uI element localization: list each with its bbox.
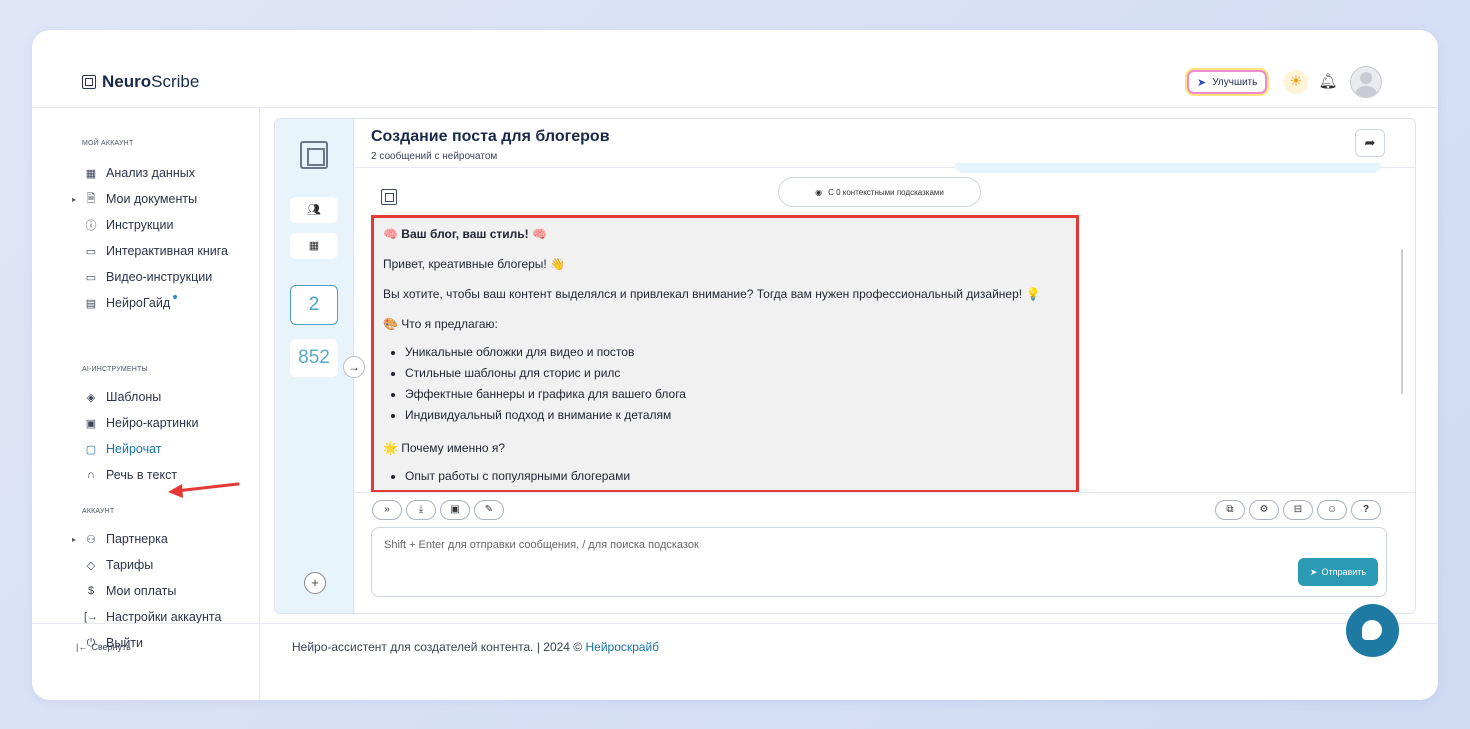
help-circle-icon: ⓘ: [85, 220, 97, 232]
chat-panel: 👥︎ ▦ 2 852 + → Создание поста для блогер…: [274, 118, 1416, 614]
puzzle-icon[interactable]: ⧉: [1215, 500, 1245, 520]
users-icon[interactable]: 👥︎: [290, 197, 338, 223]
top-bar: NeuroScribe ➤ Улучшить ☀ 🔔︎: [32, 30, 1438, 108]
input-placeholder: Shift + Enter для отправки сообщения, / …: [384, 539, 699, 551]
chat-scrollbar[interactable]: [1401, 249, 1403, 394]
message-count: 2: [290, 285, 338, 325]
why-list: Опыт работы с популярными блогерами: [405, 466, 1067, 487]
sidebar-item-interactive-book[interactable]: ▭ Интерактивная книга: [72, 242, 228, 260]
chevron-right-icon[interactable]: ▸: [72, 195, 82, 204]
toolbar-divider: [355, 492, 1415, 493]
layers-icon: ◈: [86, 391, 96, 404]
answer-why-title: 🌟 Почему именно я?: [383, 441, 506, 455]
layout-icon[interactable]: ⊟: [1283, 500, 1313, 520]
message-input[interactable]: Shift + Enter для отправки сообщения, / …: [371, 527, 1387, 597]
add-chat-icon[interactable]: +: [304, 572, 326, 594]
section-title-account: АККАУНТ: [82, 508, 115, 515]
answer-intro: Вы хотите, чтобы ваш контент выделялся и…: [383, 287, 1041, 301]
list-item: Индивидуальный подход и внимание к детал…: [405, 405, 1067, 426]
send-icon: ➤: [1309, 566, 1318, 577]
chat-icon: ▢: [85, 443, 97, 456]
share-icon[interactable]: ➦: [1355, 129, 1385, 157]
users-icon: ⚇: [86, 533, 96, 546]
offer-list: Уникальные обложки для видео и постов Ст…: [405, 342, 1067, 426]
collapse-icon: |←: [76, 642, 88, 652]
footer-link[interactable]: Нейроскрайб: [585, 640, 659, 654]
sidebar-item-tariffs[interactable]: ◇ Тарифы: [72, 556, 153, 574]
chat-title: Создание поста для блогеров: [371, 128, 610, 145]
sidebar-divider: [259, 108, 260, 700]
section-title-my-account: МОЙ АККАУНТ: [82, 140, 134, 147]
expand-arrow-icon[interactable]: →: [343, 356, 365, 378]
collapse-chevrons-icon[interactable]: »: [372, 500, 402, 520]
image-icon: ▣: [85, 417, 97, 430]
assistant-message: 🧠 Ваш блог, ваш стиль! 🧠 Привет, креатив…: [371, 215, 1079, 493]
tag-icon: ◇: [86, 559, 96, 572]
settings-icon[interactable]: ⚙: [1249, 500, 1279, 520]
annotation-arrow-icon: [168, 482, 240, 498]
video-icon: ▭: [85, 271, 97, 284]
help-icon[interactable]: ?: [1351, 500, 1381, 520]
sidebar: МОЙ АККАУНТ ▦ Анализ данных ▸ 🗎 Мои докум…: [32, 108, 259, 650]
robot-icon[interactable]: ☺: [1317, 500, 1347, 520]
footer-text: Нейро-ассистент для создателей контента.…: [292, 640, 660, 654]
token-number: 852: [290, 339, 338, 377]
context-hints-pill[interactable]: ◉ С 0 контекстными подсказками: [778, 177, 981, 207]
upgrade-label: Улучшить: [1212, 76, 1258, 88]
previous-message-bubble: [955, 163, 1381, 173]
sidebar-item-video-instructions[interactable]: ▭ Видео-инструкции: [72, 268, 212, 286]
image-icon[interactable]: ▣: [440, 500, 470, 520]
guide-icon: ▤: [85, 297, 97, 310]
document-icon: 🗎: [86, 192, 96, 205]
palette-icon: ◉: [815, 187, 823, 197]
magic-wand-icon[interactable]: ✎: [474, 500, 504, 520]
theme-toggle-sun-icon[interactable]: ☀: [1284, 70, 1308, 94]
sidebar-item-neuroguide[interactable]: ▤ НейроГайд: [72, 294, 178, 312]
assistant-avatar-icon: [381, 189, 397, 205]
grid-icon[interactable]: ▦: [290, 233, 338, 259]
footer-divider: [32, 623, 1438, 624]
app-window: NeuroScribe ➤ Улучшить ☀ 🔔︎ МОЙ АККАУНТ …: [32, 30, 1438, 700]
neuroscribe-icon: [300, 141, 328, 169]
send-button[interactable]: ➤ Отправить: [1298, 558, 1378, 586]
collapse-sidebar-button[interactable]: |← Свернуть: [76, 642, 131, 652]
new-dot-indicator: [173, 295, 178, 299]
sidebar-item-instructions[interactable]: ⓘ Инструкции: [72, 216, 174, 234]
headphones-icon: ∩: [87, 469, 95, 481]
sidebar-item-partners[interactable]: ▸ ⚇ Партнерка: [72, 530, 168, 548]
chat-subtitle: 2 сообщений с нейрочатом: [371, 151, 498, 162]
sidebar-item-neuro-images[interactable]: ▣ Нейро-картинки: [72, 414, 199, 432]
sidebar-item-speech-to-text[interactable]: ∩ Речь в текст: [72, 466, 177, 484]
rocket-icon: ➤: [1197, 76, 1207, 89]
sidebar-item-my-documents[interactable]: ▸ 🗎 Мои документы: [72, 190, 197, 208]
grid-icon: ▦: [85, 167, 97, 180]
answer-heading: 🧠 Ваш блог, ваш стиль! 🧠: [383, 227, 547, 241]
sidebar-item-data-analysis[interactable]: ▦ Анализ данных: [72, 164, 195, 182]
answer-offer-title: 🎨 Что я предлагаю:: [383, 317, 498, 331]
support-chat-button[interactable]: [1346, 604, 1399, 657]
sidebar-item-neurochat[interactable]: ▢ Нейрочат: [72, 440, 162, 458]
avatar[interactable]: [1350, 66, 1382, 98]
chevron-right-icon[interactable]: ▸: [72, 535, 82, 544]
list-item: Стильные шаблоны для сторис и рилс: [405, 363, 1067, 384]
list-item: Опыт работы с популярными блогерами: [405, 466, 1067, 487]
bell-icon[interactable]: 🔔︎: [1318, 72, 1338, 92]
answer-greeting: Привет, креативные блогеры! 👋: [383, 257, 566, 271]
download-icon[interactable]: ⤓: [406, 500, 436, 520]
list-item: Уникальные обложки для видео и постов: [405, 342, 1067, 363]
settings-login-icon: [→: [83, 611, 99, 623]
list-item: Эффектные баннеры и графика для вашего б…: [405, 384, 1067, 405]
section-title-ai-tools: AI-ИНСТРУМЕНТЫ: [82, 366, 148, 373]
app-logo[interactable]: NeuroScribe: [82, 72, 199, 92]
logo-icon: [82, 75, 96, 89]
book-icon: ▭: [85, 245, 97, 258]
sidebar-item-templates[interactable]: ◈ Шаблоны: [72, 388, 162, 406]
upgrade-button[interactable]: ➤ Улучшить: [1187, 70, 1268, 94]
dollar-icon: $: [87, 585, 95, 597]
sidebar-item-my-payments[interactable]: $ Мои оплаты: [72, 582, 176, 600]
